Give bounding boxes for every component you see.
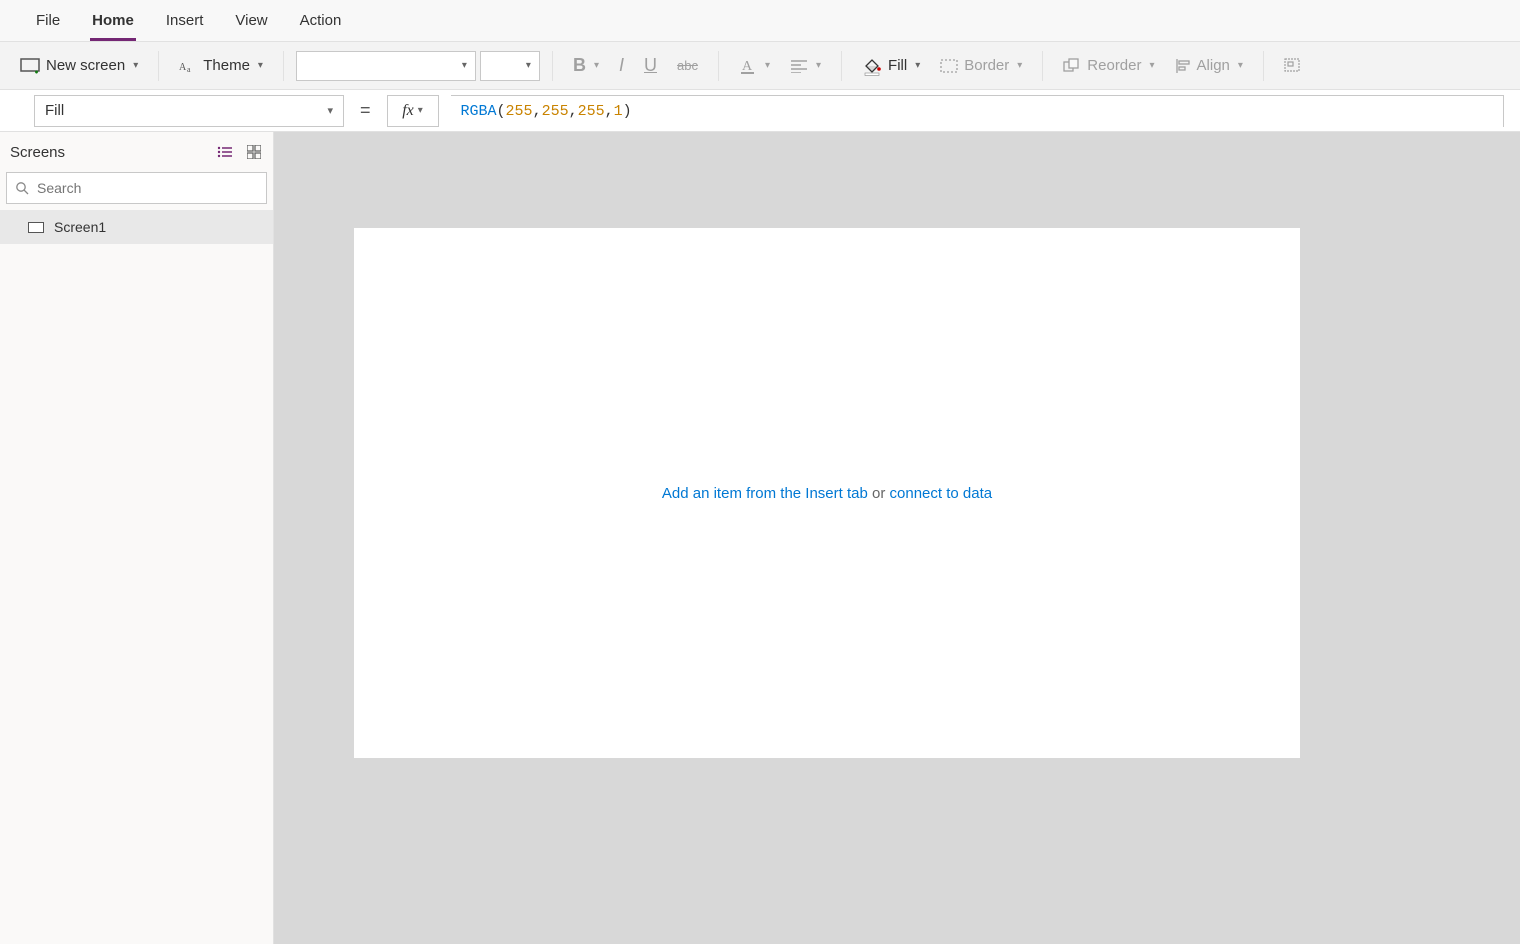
menu-file[interactable]: File xyxy=(20,0,76,41)
font-color-button[interactable]: A ▾ xyxy=(731,53,778,79)
reorder-button[interactable]: Reorder ▾ xyxy=(1055,53,1162,78)
chevron-down-icon: ▾ xyxy=(258,60,263,71)
tree-item-label: Screen1 xyxy=(54,219,106,235)
tree-search-input[interactable] xyxy=(35,179,258,197)
align-button[interactable]: Align ▾ xyxy=(1167,53,1251,78)
tree-title: Screens xyxy=(10,144,65,161)
align-left-icon xyxy=(790,59,808,73)
chevron-down-icon: ▾ xyxy=(526,60,531,71)
fx-icon: fx xyxy=(402,102,414,120)
canvas-hint: Add an item from the Insert tab or conne… xyxy=(662,485,992,502)
property-select[interactable]: Fill ▾ xyxy=(34,95,344,127)
reorder-icon xyxy=(1063,58,1081,74)
chevron-down-icon: ▾ xyxy=(1017,60,1022,71)
font-size-select[interactable]: ▾ xyxy=(480,51,540,81)
bold-button[interactable]: B ▾ xyxy=(565,51,607,80)
svg-text:A: A xyxy=(742,59,753,74)
italic-button[interactable]: I xyxy=(611,51,632,80)
canvas[interactable]: Add an item from the Insert tab or conne… xyxy=(354,228,1300,758)
reorder-label: Reorder xyxy=(1087,57,1141,74)
menu-home[interactable]: Home xyxy=(76,0,150,41)
strikethrough-button[interactable]: abc xyxy=(669,54,706,77)
theme-button[interactable]: A a Theme ▾ xyxy=(171,53,271,78)
menu-bar: File Home Insert View Action xyxy=(0,0,1520,42)
strikethrough-icon: abc xyxy=(677,58,698,73)
tree-item-screen1[interactable]: Screen1 xyxy=(0,210,273,244)
chevron-down-icon: ▾ xyxy=(327,104,333,117)
chevron-down-icon: ▾ xyxy=(418,105,423,116)
chevron-down-icon: ▾ xyxy=(462,60,467,71)
border-label: Border xyxy=(964,57,1009,74)
underline-icon: U xyxy=(644,55,657,76)
fx-button[interactable]: fx ▾ xyxy=(387,95,439,127)
svg-text:A: A xyxy=(179,62,187,73)
chevron-down-icon: ▾ xyxy=(816,60,821,71)
theme-label: Theme xyxy=(203,57,250,74)
group-button[interactable] xyxy=(1276,54,1310,78)
chevron-down-icon: ▾ xyxy=(594,60,599,71)
chevron-down-icon: ▾ xyxy=(765,60,770,71)
align-icon xyxy=(1175,58,1191,74)
tree-search[interactable] xyxy=(6,172,267,204)
text-align-button[interactable]: ▾ xyxy=(782,55,829,77)
font-family-select[interactable]: ▾ xyxy=(296,51,476,81)
formula-input[interactable]: RGBA(255, 255, 255, 1) xyxy=(451,95,1504,127)
formula-bar: Fill ▾ = fx ▾ RGBA(255, 255, 255, 1) xyxy=(0,90,1520,132)
bold-icon: B xyxy=(573,55,586,76)
align-label: Align xyxy=(1197,57,1230,74)
fill-label: Fill xyxy=(888,57,907,74)
insert-hint-link[interactable]: Add an item from the Insert tab xyxy=(662,485,868,502)
connect-data-link[interactable]: connect to data xyxy=(890,485,993,502)
property-name: Fill xyxy=(45,102,64,119)
search-icon xyxy=(15,181,29,195)
chevron-down-icon: ▾ xyxy=(915,60,920,71)
new-screen-button[interactable]: New screen ▾ xyxy=(12,53,146,78)
ribbon: New screen ▾ A a Theme ▾ ▾ ▾ B ▾ I U abc xyxy=(0,42,1520,90)
equals-label: = xyxy=(356,100,375,121)
fill-bucket-icon xyxy=(862,56,882,76)
screen-icon xyxy=(28,222,44,233)
underline-button[interactable]: U xyxy=(636,51,665,80)
hint-or: or xyxy=(868,485,890,502)
canvas-area: Add an item from the Insert tab or conne… xyxy=(274,132,1520,944)
new-screen-icon xyxy=(20,58,40,74)
chevron-down-icon: ▾ xyxy=(1150,60,1155,71)
svg-text:a: a xyxy=(187,65,191,74)
fill-button[interactable]: Fill ▾ xyxy=(854,52,928,80)
theme-icon: A a xyxy=(179,58,197,74)
chevron-down-icon: ▾ xyxy=(1238,60,1243,71)
tree-list-view-icon[interactable] xyxy=(217,145,233,159)
new-screen-label: New screen xyxy=(46,57,125,74)
group-icon xyxy=(1284,58,1302,74)
menu-view[interactable]: View xyxy=(219,0,283,41)
tree-pane: Screens xyxy=(0,132,274,944)
menu-action[interactable]: Action xyxy=(284,0,358,41)
font-color-icon: A xyxy=(739,57,757,75)
tree-header: Screens xyxy=(0,132,273,172)
chevron-down-icon: ▾ xyxy=(133,60,138,71)
tree-items: Screen1 xyxy=(0,210,273,244)
border-icon xyxy=(940,59,958,73)
border-button[interactable]: Border ▾ xyxy=(932,53,1030,78)
menu-insert[interactable]: Insert xyxy=(150,0,220,41)
tree-thumb-view-icon[interactable] xyxy=(247,145,261,159)
italic-icon: I xyxy=(619,55,624,76)
